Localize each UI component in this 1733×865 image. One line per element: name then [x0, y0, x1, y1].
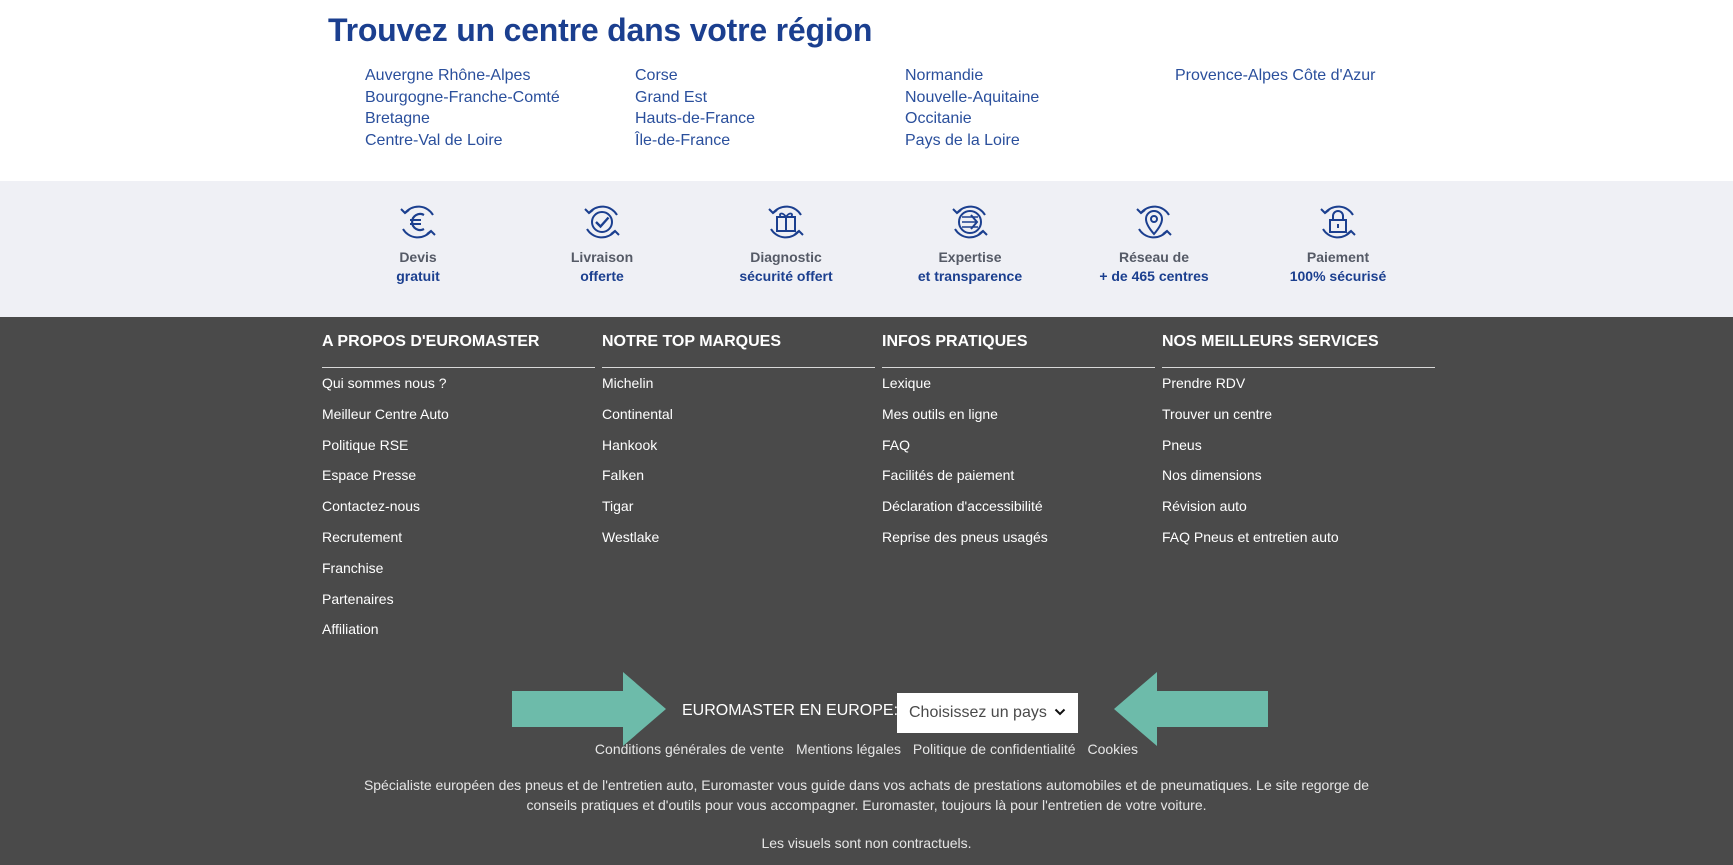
region-column-4: Provence-Alpes Côte d'Azur	[1175, 65, 1375, 87]
region-column-3: Normandie Nouvelle-Aquitaine Occitanie P…	[905, 65, 1039, 151]
footer-link[interactable]: Recrutement	[322, 529, 595, 560]
footer-link[interactable]: Qui sommes nous ?	[322, 375, 595, 406]
euro-icon	[400, 205, 436, 239]
footer-link[interactable]: Hankook	[602, 437, 875, 468]
footer-column-about: A PROPOS D'EUROMASTER Qui sommes nous ? …	[322, 330, 595, 652]
footer-column-title: INFOS PRATIQUES	[882, 330, 1155, 368]
footer-link[interactable]: Nos dimensions	[1162, 467, 1435, 498]
country-select[interactable]: Choisissez un pays	[897, 693, 1078, 733]
footer-link[interactable]: Reprise des pneus usagés	[882, 529, 1155, 560]
features-band: Devis gratuit Livraison offerte Diagnost…	[0, 181, 1733, 317]
feature-line2: gratuit	[396, 268, 440, 284]
region-column-1: Auvergne Rhône-Alpes Bourgogne-Franche-C…	[365, 65, 560, 151]
footer-link[interactable]: Contactez-nous	[322, 498, 595, 529]
europe-label: EUROMASTER EN EUROPE:	[682, 702, 899, 719]
footer-link[interactable]: Franchise	[322, 560, 595, 591]
feature-line1: Paiement	[1306, 249, 1370, 265]
footer-disclaimer: Les visuels sont non contractuels.	[761, 835, 972, 851]
footer-column-title: NOTRE TOP MARQUES	[602, 330, 875, 368]
feature-line2: et transparence	[917, 268, 1023, 284]
feature-line2: offerte	[580, 268, 624, 284]
arrow-left-icon	[1114, 672, 1268, 746]
region-link[interactable]: Bourgogne-Franche-Comté	[365, 87, 560, 109]
footer-link[interactable]: Tigar	[602, 498, 875, 529]
footer-link[interactable]: Meilleur Centre Auto	[322, 406, 595, 437]
region-link[interactable]: Pays de la Loire	[905, 130, 1039, 152]
gift-icon	[768, 205, 804, 239]
region-link[interactable]: Centre-Val de Loire	[365, 130, 560, 152]
footer-link[interactable]: Partenaires	[322, 591, 595, 622]
legal-link-cgv[interactable]: Conditions générales de vente	[595, 741, 784, 757]
footer-link[interactable]: Westlake	[602, 529, 875, 560]
lock-icon	[1320, 205, 1356, 239]
region-column-2: Corse Grand Est Hauts-de-France Île-de-F…	[635, 65, 755, 151]
feature-line1: Expertise	[938, 249, 1002, 265]
footer-link[interactable]: Michelin	[602, 375, 875, 406]
region-link[interactable]: Normandie	[905, 65, 1039, 87]
footer-link[interactable]: Mes outils en ligne	[882, 406, 1155, 437]
footer-link[interactable]: Pneus	[1162, 437, 1435, 468]
footer-column-infos: INFOS PRATIQUES Lexique Mes outils en li…	[882, 330, 1155, 560]
footer-link[interactable]: FAQ Pneus et entretien auto	[1162, 529, 1435, 560]
footer-link[interactable]: Trouver un centre	[1162, 406, 1435, 437]
country-select-value: Choisissez un pays	[909, 704, 1047, 721]
footer-link[interactable]: Continental	[602, 406, 875, 437]
legal-link-mentions[interactable]: Mentions légales	[796, 741, 901, 757]
footer-column-services: NOS MEILLEURS SERVICES Prendre RDV Trouv…	[1162, 330, 1435, 560]
region-link[interactable]: Occitanie	[905, 108, 1039, 130]
region-link[interactable]: Provence-Alpes Côte d'Azur	[1175, 65, 1375, 87]
region-link[interactable]: Corse	[635, 65, 755, 87]
footer-link[interactable]: FAQ	[882, 437, 1155, 468]
feature-line1: Livraison	[570, 249, 634, 265]
feature-line2: sécurité offert	[739, 268, 833, 284]
region-link[interactable]: Grand Est	[635, 87, 755, 109]
arrow-right-icon	[512, 672, 666, 746]
feature-line1: Réseau de	[1118, 249, 1190, 265]
region-title: Trouvez un centre dans votre région	[328, 12, 873, 48]
footer-link[interactable]: Facilités de paiement	[882, 467, 1155, 498]
region-link[interactable]: Auvergne Rhône-Alpes	[365, 65, 560, 87]
footer-link[interactable]: Révision auto	[1162, 498, 1435, 529]
footer-column-title: NOS MEILLEURS SERVICES	[1162, 330, 1435, 368]
region-link[interactable]: Île-de-France	[635, 130, 755, 152]
legal-link-privacy[interactable]: Politique de confidentialité	[913, 741, 1076, 757]
region-link[interactable]: Bretagne	[365, 108, 560, 130]
feature-paiement: Paiement 100% sécurisé	[1246, 201, 1430, 284]
feature-line1: Diagnostic	[750, 249, 822, 265]
legal-link-cookies[interactable]: Cookies	[1087, 741, 1138, 757]
region-section: Trouvez un centre dans votre région Auve…	[0, 0, 1733, 181]
region-link[interactable]: Nouvelle-Aquitaine	[905, 87, 1039, 109]
location-pin-icon	[1136, 205, 1172, 239]
feature-line2: + de 465 centres	[1099, 268, 1209, 284]
chevron-down-icon	[1054, 708, 1066, 716]
footer-column-brands: NOTRE TOP MARQUES Michelin Continental H…	[602, 330, 875, 560]
footer-link[interactable]: Déclaration d'accessibilité	[882, 498, 1155, 529]
footer-link[interactable]: Affiliation	[322, 621, 595, 652]
footer-description: Spécialiste européen des pneus et de l'e…	[363, 777, 1370, 813]
feature-devis: Devis gratuit	[326, 201, 510, 284]
feature-reseau: Réseau de + de 465 centres	[1062, 201, 1246, 284]
footer-link[interactable]: Prendre RDV	[1162, 375, 1435, 406]
footer-link[interactable]: Lexique	[882, 375, 1155, 406]
footer-column-title: A PROPOS D'EUROMASTER	[322, 330, 595, 368]
feature-expertise: Expertise et transparence	[878, 201, 1062, 284]
footer-link[interactable]: Politique RSE	[322, 437, 595, 468]
region-link[interactable]: Hauts-de-France	[635, 108, 755, 130]
legal-links: Conditions générales de vente Mentions l…	[0, 741, 1733, 757]
feature-livraison: Livraison offerte	[510, 201, 694, 284]
feature-diagnostic: Diagnostic sécurité offert	[694, 201, 878, 284]
footer-link[interactable]: Espace Presse	[322, 467, 595, 498]
check-icon	[584, 205, 620, 239]
feature-line2: 100% sécurisé	[1289, 268, 1387, 284]
site-footer: A PROPOS D'EUROMASTER Qui sommes nous ? …	[0, 317, 1733, 865]
footer-link[interactable]: Falken	[602, 467, 875, 498]
expertise-icon	[952, 205, 988, 239]
feature-line1: Devis	[399, 249, 437, 265]
